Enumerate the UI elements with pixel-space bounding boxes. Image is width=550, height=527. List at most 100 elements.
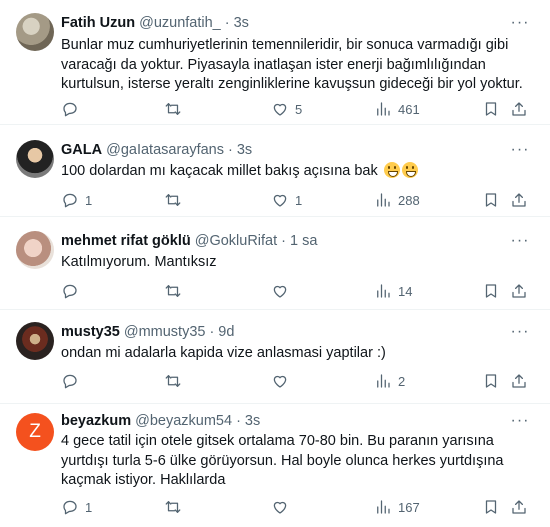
view-count: 288	[398, 192, 420, 208]
like-button[interactable]: 1	[271, 190, 302, 210]
bookmark-button[interactable]	[482, 497, 500, 517]
retweet-icon	[165, 285, 181, 297]
share-button[interactable]	[510, 497, 528, 517]
like-button[interactable]	[271, 281, 295, 301]
views-button[interactable]: 288	[374, 190, 420, 210]
retweet-button[interactable]	[164, 281, 188, 301]
reply-feed: Fatih Uzun @uzunfatih_ · 3s ··· Bunlar m…	[0, 0, 550, 527]
share-button[interactable]	[510, 281, 528, 301]
tweet-text: ondan mi adalarla kapida vize anlasmasi …	[61, 345, 386, 361]
share-icon	[512, 102, 526, 116]
bookmark-icon	[485, 374, 497, 388]
reply-button[interactable]: 1	[61, 497, 92, 517]
avatar[interactable]	[16, 322, 54, 360]
tweet-actions: 5 461	[61, 99, 531, 119]
views-icon	[377, 102, 390, 116]
heart-icon	[273, 103, 287, 116]
retweet-icon	[165, 501, 181, 513]
like-button[interactable]	[271, 371, 295, 391]
share-button[interactable]	[510, 99, 528, 119]
author-handle[interactable]: @beyazkum54	[135, 413, 232, 429]
timestamp[interactable]: 1 sa	[290, 233, 317, 249]
avatar[interactable]	[16, 140, 54, 178]
bookmark-icon	[485, 193, 497, 207]
author-name[interactable]: musty35	[61, 324, 120, 340]
reply-button[interactable]	[61, 281, 85, 301]
author-name[interactable]: GALA	[61, 142, 102, 158]
retweet-button[interactable]	[164, 497, 188, 517]
reply-button[interactable]	[61, 99, 85, 119]
tweet-text: Katılmıyorum. Mantıksız	[61, 254, 217, 270]
separator-dot: ·	[281, 233, 286, 249]
bookmark-icon	[485, 284, 497, 298]
tweet[interactable]: mehmet rifat göklü @GokluRifat · 1 sa ··…	[0, 217, 550, 310]
tweet-text: Bunlar muz cumhuriyetlerinin temennileri…	[61, 37, 523, 92]
tweet[interactable]: musty35 @mmusty35 · 9d ··· ondan mi adal…	[0, 310, 550, 404]
reply-button[interactable]	[61, 371, 85, 391]
view-count: 2	[398, 373, 406, 389]
tweet[interactable]: Z beyazkum @beyazkum54 · 3s ··· 4 gece t…	[0, 404, 550, 527]
bookmark-button[interactable]	[482, 281, 500, 301]
author-name[interactable]: Fatih Uzun	[61, 15, 135, 31]
retweet-button[interactable]	[164, 371, 188, 391]
author-handle[interactable]: @gaIatasarayfans	[106, 142, 224, 158]
share-button[interactable]	[510, 190, 528, 210]
views-button[interactable]: 14	[374, 281, 412, 301]
timestamp[interactable]: 9d	[218, 324, 234, 340]
retweet-icon	[165, 103, 181, 115]
more-options-icon[interactable]: ···	[510, 411, 530, 431]
separator-dot: ·	[228, 142, 233, 158]
like-count: 5	[295, 101, 303, 117]
timestamp[interactable]: 3s	[245, 413, 260, 429]
reply-icon	[63, 500, 77, 515]
grinning-face-emoji-icon	[383, 162, 400, 178]
views-icon	[377, 284, 390, 298]
tweet-actions: 2	[61, 371, 531, 391]
author-name[interactable]: beyazkum	[61, 413, 131, 429]
author-handle[interactable]: @uzunfatih_	[139, 15, 221, 31]
bookmark-button[interactable]	[482, 371, 500, 391]
bookmark-button[interactable]	[482, 190, 500, 210]
more-options-icon[interactable]: ···	[510, 231, 530, 251]
author-handle[interactable]: @GokluRifat	[195, 233, 277, 249]
views-icon	[377, 374, 390, 388]
author-name[interactable]: mehmet rifat göklü	[61, 233, 191, 249]
retweet-button[interactable]	[164, 190, 188, 210]
reply-count: 1	[85, 192, 93, 208]
timestamp[interactable]: 3s	[234, 15, 249, 31]
view-count: 167	[398, 499, 420, 515]
share-button[interactable]	[510, 371, 528, 391]
like-button[interactable]	[271, 497, 295, 517]
like-button[interactable]: 5	[271, 99, 302, 119]
avatar[interactable]	[16, 231, 54, 269]
retweet-icon	[165, 194, 181, 206]
views-icon	[377, 193, 390, 207]
bookmark-icon	[485, 102, 497, 116]
tweet[interactable]: GALA @gaIatasarayfans · 3s ··· 100 dolar…	[0, 125, 550, 217]
retweet-icon	[165, 375, 181, 387]
avatar[interactable]: Z	[16, 413, 54, 451]
separator-dot: ·	[236, 413, 241, 429]
views-icon	[377, 500, 390, 514]
reply-count: 1	[85, 499, 93, 515]
tweet-actions: 14	[61, 281, 531, 301]
more-options-icon[interactable]: ···	[510, 13, 530, 33]
tweet[interactable]: Fatih Uzun @uzunfatih_ · 3s ··· Bunlar m…	[0, 0, 550, 125]
views-button[interactable]: 461	[374, 99, 420, 119]
views-button[interactable]: 167	[374, 497, 420, 517]
avatar[interactable]	[16, 13, 54, 51]
share-icon	[512, 374, 526, 388]
more-options-icon[interactable]: ···	[510, 140, 530, 160]
retweet-button[interactable]	[164, 99, 188, 119]
tweet-actions: 1 1 288	[61, 190, 531, 210]
separator-dot: ·	[209, 324, 215, 340]
grinning-face-emoji-icon	[401, 162, 418, 178]
timestamp[interactable]: 3s	[237, 142, 252, 158]
reply-icon	[63, 374, 77, 389]
views-button[interactable]: 2	[374, 371, 405, 391]
tweet-text-row: 100 dolardan mı kaçacak millet bakış açı…	[61, 162, 531, 182]
reply-button[interactable]: 1	[61, 190, 92, 210]
bookmark-button[interactable]	[482, 99, 500, 119]
more-options-icon[interactable]: ···	[510, 322, 530, 342]
author-handle[interactable]: @mmusty35	[124, 324, 206, 340]
